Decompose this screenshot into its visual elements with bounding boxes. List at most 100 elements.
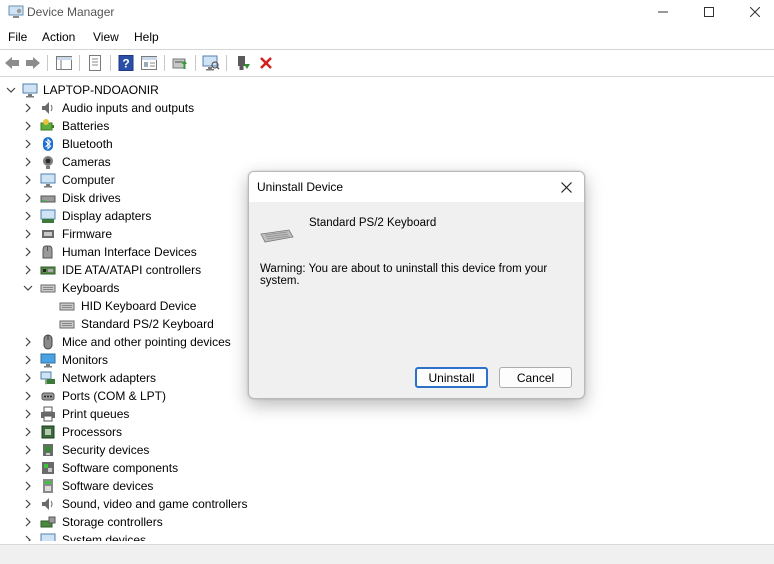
- disk-drive-icon: [40, 190, 56, 206]
- menu-file[interactable]: File: [8, 30, 27, 44]
- tree-root-label: LAPTOP-NDOAONIR: [43, 83, 159, 97]
- chevron-right-icon[interactable]: [23, 246, 33, 258]
- chevron-right-icon[interactable]: [23, 498, 33, 510]
- properties-button[interactable]: [86, 54, 104, 72]
- computer-icon: [40, 172, 56, 188]
- tree-category-camera[interactable]: Cameras: [0, 153, 774, 171]
- tree-category-processor[interactable]: Processors: [0, 423, 774, 441]
- network-adapter-icon: [40, 370, 56, 386]
- bluetooth-icon: [40, 136, 56, 152]
- add-driver-icon: [238, 56, 250, 70]
- properties-icon: [89, 55, 101, 71]
- tree-category-software-component[interactable]: Software components: [0, 459, 774, 477]
- tree-category-software-device[interactable]: Software devices: [0, 477, 774, 495]
- tree-device-label: Standard PS/2 Keyboard: [81, 317, 214, 331]
- mouse-icon: [40, 334, 56, 350]
- tree-category-security-device[interactable]: Security devices: [0, 441, 774, 459]
- ide-controller-icon: [40, 262, 56, 278]
- device-manager-window: Device Manager File Action View Help ? L…: [0, 0, 774, 564]
- chevron-right-icon[interactable]: [23, 444, 33, 456]
- chevron-right-icon[interactable]: [23, 516, 33, 528]
- printer-icon: [40, 406, 56, 422]
- chevron-right-icon[interactable]: [23, 192, 33, 204]
- tree-category-system-device[interactable]: System devices: [0, 531, 774, 541]
- chevron-right-icon[interactable]: [23, 210, 33, 222]
- chevron-right-icon[interactable]: [23, 120, 33, 132]
- view-toggle-button[interactable]: [140, 54, 158, 72]
- keyboard-icon: [59, 316, 75, 332]
- tree-category-storage-controller[interactable]: Storage controllers: [0, 513, 774, 531]
- minimize-button[interactable]: [640, 0, 686, 24]
- window-title: Device Manager: [27, 5, 115, 19]
- tree-category-label: Mice and other pointing devices: [62, 335, 231, 349]
- cancel-button[interactable]: Cancel: [499, 367, 572, 388]
- dialog-title: Uninstall Device: [257, 180, 344, 194]
- tree-category-label: Cameras: [62, 155, 111, 169]
- keyboard-device-icon: [260, 229, 294, 243]
- chevron-right-icon[interactable]: [23, 480, 33, 492]
- chevron-right-icon[interactable]: [23, 228, 33, 240]
- enable-device-button[interactable]: [234, 54, 252, 72]
- tree-category-label: Human Interface Devices: [62, 245, 197, 259]
- tree-category-label: Ports (COM & LPT): [62, 389, 167, 403]
- close-icon: [750, 7, 760, 17]
- menu-view[interactable]: View: [93, 30, 119, 44]
- keyboard-icon: [40, 280, 56, 296]
- battery-icon: [40, 118, 56, 134]
- storage-controller-icon: [40, 514, 56, 530]
- chevron-right-icon[interactable]: [23, 462, 33, 474]
- computer-root-icon: [22, 82, 38, 98]
- menu-action[interactable]: Action: [42, 30, 75, 44]
- tree-category-label: System devices: [62, 533, 147, 541]
- tree-device-label: HID Keyboard Device: [81, 299, 197, 313]
- title-bar: Device Manager: [0, 0, 774, 26]
- chevron-right-icon[interactable]: [23, 156, 33, 168]
- dialog-close-button[interactable]: [555, 177, 577, 197]
- security-device-icon: [40, 442, 56, 458]
- uninstall-device-toolbar-button[interactable]: [257, 54, 275, 72]
- chevron-right-icon[interactable]: [23, 264, 33, 276]
- chevron-right-icon[interactable]: [23, 102, 33, 114]
- chevron-right-icon[interactable]: [23, 174, 33, 186]
- tree-category-bluetooth[interactable]: Bluetooth: [0, 135, 774, 153]
- tree-category-speaker[interactable]: Audio inputs and outputs: [0, 99, 774, 117]
- hid-icon: [40, 244, 56, 260]
- tree-category-label: Firmware: [62, 227, 112, 241]
- tree-category-label: Processors: [62, 425, 123, 439]
- dialog-warning-text: Warning: You are about to uninstall this…: [260, 263, 548, 287]
- forward-button[interactable]: [24, 54, 42, 72]
- back-arrow-icon: [5, 57, 19, 69]
- scan-hardware-button[interactable]: [202, 54, 220, 72]
- chevron-right-icon[interactable]: [23, 354, 33, 366]
- show-hide-console-tree-button[interactable]: [55, 54, 73, 72]
- dialog-device-name: Standard PS/2 Keyboard: [309, 217, 437, 229]
- tree-category-label: IDE ATA/ATAPI controllers: [62, 263, 202, 277]
- maximize-button[interactable]: [686, 0, 732, 24]
- tree-category-battery[interactable]: Batteries: [0, 117, 774, 135]
- tree-category-printer[interactable]: Print queues: [0, 405, 774, 423]
- tree-root[interactable]: LAPTOP-NDOAONIR: [0, 81, 774, 99]
- chevron-right-icon[interactable]: [23, 426, 33, 438]
- chevron-right-icon[interactable]: [23, 138, 33, 150]
- close-window-button[interactable]: [732, 0, 774, 24]
- display-adapter-icon: [40, 208, 56, 224]
- keyboard-icon: [59, 298, 75, 314]
- chevron-right-icon[interactable]: [23, 534, 33, 541]
- update-driver-button[interactable]: [171, 54, 189, 72]
- back-button[interactable]: [3, 54, 21, 72]
- chevron-right-icon[interactable]: [23, 372, 33, 384]
- chevron-right-icon[interactable]: [23, 336, 33, 348]
- tree-category-label: Disk drives: [62, 191, 121, 205]
- speaker-icon: [40, 100, 56, 116]
- chevron-right-icon[interactable]: [23, 408, 33, 420]
- tree-category-label: Security devices: [62, 443, 150, 457]
- chevron-down-icon[interactable]: [23, 282, 33, 294]
- close-icon: [560, 181, 572, 193]
- chevron-right-icon[interactable]: [23, 390, 33, 402]
- port-icon: [40, 388, 56, 404]
- help-button[interactable]: ?: [117, 54, 135, 72]
- tree-category-sound-controller[interactable]: Sound, video and game controllers: [0, 495, 774, 513]
- chevron-down-icon[interactable]: [6, 84, 16, 96]
- uninstall-button[interactable]: Uninstall: [415, 367, 488, 388]
- menu-help[interactable]: Help: [134, 30, 159, 44]
